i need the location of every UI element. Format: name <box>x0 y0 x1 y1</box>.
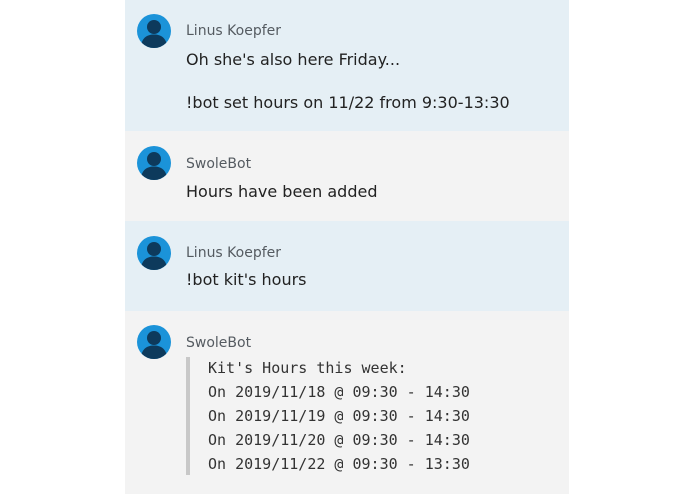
sender-name: SwoleBot <box>186 156 252 172</box>
sender-name: Linus Koepfer <box>186 245 282 261</box>
avatar[interactable] <box>137 146 171 180</box>
quote-line: On 2019/11/20 @ 09:30 - 14:30 <box>208 431 470 449</box>
person-silhouette-icon <box>141 331 167 359</box>
message-text: Oh she's also here Friday... <box>186 50 401 69</box>
message-swolebot-1: SwoleBot Hours have been added <box>125 131 569 221</box>
message-text: Hours have been added <box>186 182 378 201</box>
quote-line: On 2019/11/22 @ 09:30 - 13:30 <box>208 455 470 473</box>
avatar[interactable] <box>137 236 171 270</box>
quote-line: On 2019/11/19 @ 09:30 - 14:30 <box>208 407 470 425</box>
message-linus-1: Linus Koepfer Oh she's also here Friday.… <box>125 0 569 131</box>
quote-line: On 2019/11/18 @ 09:30 - 14:30 <box>208 383 470 401</box>
sender-name: Linus Koepfer <box>186 23 282 39</box>
message-text: !bot kit's hours <box>186 270 307 289</box>
chat-transcript: Linus Koepfer Oh she's also here Friday.… <box>125 0 569 494</box>
avatar[interactable] <box>137 325 171 359</box>
avatar[interactable] <box>137 14 171 48</box>
person-silhouette-icon <box>141 20 167 48</box>
hours-quote-block: Kit's Hours this week: On 2019/11/18 @ 0… <box>186 357 566 475</box>
message-text: !bot set hours on 11/22 from 9:30-13:30 <box>186 93 510 112</box>
person-silhouette-icon <box>141 152 167 180</box>
person-silhouette-icon <box>141 242 167 270</box>
message-linus-2: Linus Koepfer !bot kit's hours <box>125 221 569 311</box>
quote-bar <box>186 357 190 475</box>
sender-name: SwoleBot <box>186 335 252 351</box>
quote-line: Kit's Hours this week: <box>208 359 407 377</box>
